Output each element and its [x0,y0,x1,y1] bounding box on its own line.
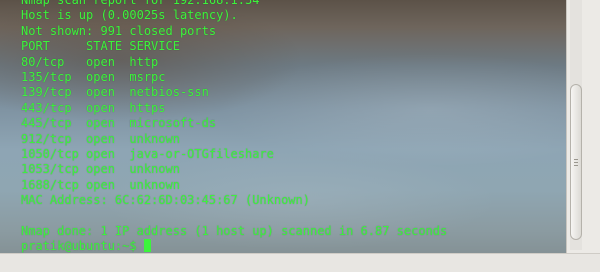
terminal-line: PORT STATE SERVICE [21,39,180,54]
terminal-line: 445/tcp open microsoft-ds [21,116,217,131]
shell-prompt: pratik@ubuntu:~$ [21,239,144,254]
terminal-line: 912/tcp open unknown [21,131,180,146]
terminal-line: 139/tcp open netbios-ssn [21,85,209,100]
terminal-line: Nmap done: 1 IP address (1 host up) scan… [21,223,448,238]
terminal-line: 135/tcp open msrpc [21,69,166,84]
terminal-line: 1688/tcp open unknown [21,177,180,192]
terminal-scrollbar[interactable] [566,0,600,272]
terminal-line: 1053/tcp open unknown [21,162,180,177]
grip-line [574,165,578,166]
terminal-output[interactable]: Nmap scan report for 192.168.1.34 Host i… [0,0,566,272]
window-bottom-edge [0,253,600,272]
terminal-line: 443/tcp open https [21,100,166,115]
terminal-line: 80/tcp open http [21,54,159,69]
text-cursor [143,239,151,253]
scrollbar-thumb[interactable] [570,84,582,240]
terminal-line: 1050/tcp open java-or-OTGfileshare [21,146,274,161]
terminal-line: Not shown: 991 closed ports [21,23,217,38]
terminal-line: MAC Address: 6C:62:6D:03:45:67 (Unknown) [21,193,310,208]
grip-line [574,162,578,163]
terminal-line: Host is up (0.00025s latency). [21,8,238,23]
grip-line [574,159,578,160]
